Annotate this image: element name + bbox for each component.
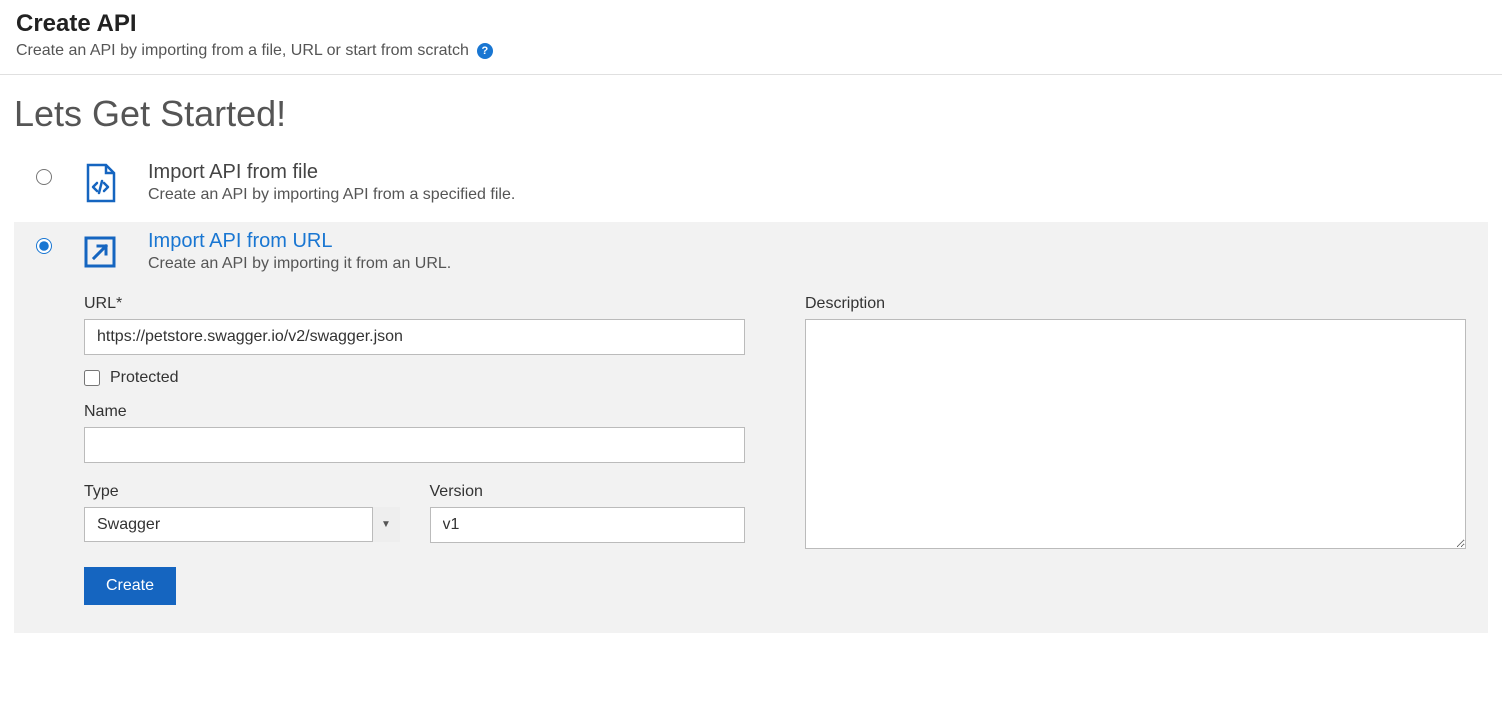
- form-column-left: URL* Protected Name Type Swagger: [84, 291, 745, 605]
- radio-wrap-file: [36, 161, 52, 190]
- name-label: Name: [84, 403, 745, 421]
- page-title: Create API: [16, 10, 1486, 38]
- description-label: Description: [805, 295, 1466, 313]
- form-column-right: Description: [805, 291, 1466, 605]
- import-url-form: URL* Protected Name Type Swagger: [14, 291, 1488, 633]
- version-field: Version: [430, 479, 746, 543]
- external-link-icon: [80, 232, 120, 272]
- protected-row: Protected: [84, 369, 745, 387]
- version-label: Version: [430, 483, 746, 501]
- help-icon[interactable]: ?: [477, 43, 493, 59]
- radio-import-file[interactable]: [36, 169, 52, 185]
- url-input[interactable]: [84, 319, 745, 355]
- url-label: URL*: [84, 295, 745, 313]
- section-heading: Lets Get Started!: [14, 93, 1488, 135]
- page-subtitle-text: Create an API by importing from a file, …: [16, 42, 469, 60]
- radio-import-url[interactable]: [36, 238, 52, 254]
- version-input[interactable]: [430, 507, 746, 543]
- name-input[interactable]: [84, 427, 745, 463]
- type-version-row: Type Swagger ▼ Version: [84, 479, 745, 543]
- option-url-desc: Create an API by importing it from an UR…: [148, 255, 1466, 273]
- page-subtitle: Create an API by importing from a file, …: [16, 42, 1486, 60]
- main-content: Lets Get Started! Import API from file C…: [0, 75, 1502, 633]
- option-url-text: Import API from URL Create an API by imp…: [148, 230, 1466, 273]
- form-columns: URL* Protected Name Type Swagger: [36, 291, 1466, 605]
- type-select[interactable]: Swagger: [84, 507, 400, 542]
- protected-checkbox[interactable]: [84, 370, 100, 386]
- create-button[interactable]: Create: [84, 567, 176, 605]
- type-field: Type Swagger ▼: [84, 479, 400, 543]
- option-import-url[interactable]: Import API from URL Create an API by imp…: [14, 222, 1488, 291]
- type-label: Type: [84, 483, 400, 501]
- option-file-desc: Create an API by importing API from a sp…: [148, 186, 1466, 204]
- description-textarea[interactable]: [805, 319, 1466, 549]
- option-import-file[interactable]: Import API from file Create an API by im…: [14, 153, 1488, 222]
- protected-label[interactable]: Protected: [110, 369, 178, 387]
- option-url-title: Import API from URL: [148, 230, 1466, 253]
- option-file-text: Import API from file Create an API by im…: [148, 161, 1466, 204]
- page-header: Create API Create an API by importing fr…: [0, 0, 1502, 75]
- file-code-icon: [80, 163, 120, 203]
- type-select-wrap: Swagger ▼: [84, 507, 400, 542]
- radio-wrap-url: [36, 230, 52, 259]
- option-file-title: Import API from file: [148, 161, 1466, 184]
